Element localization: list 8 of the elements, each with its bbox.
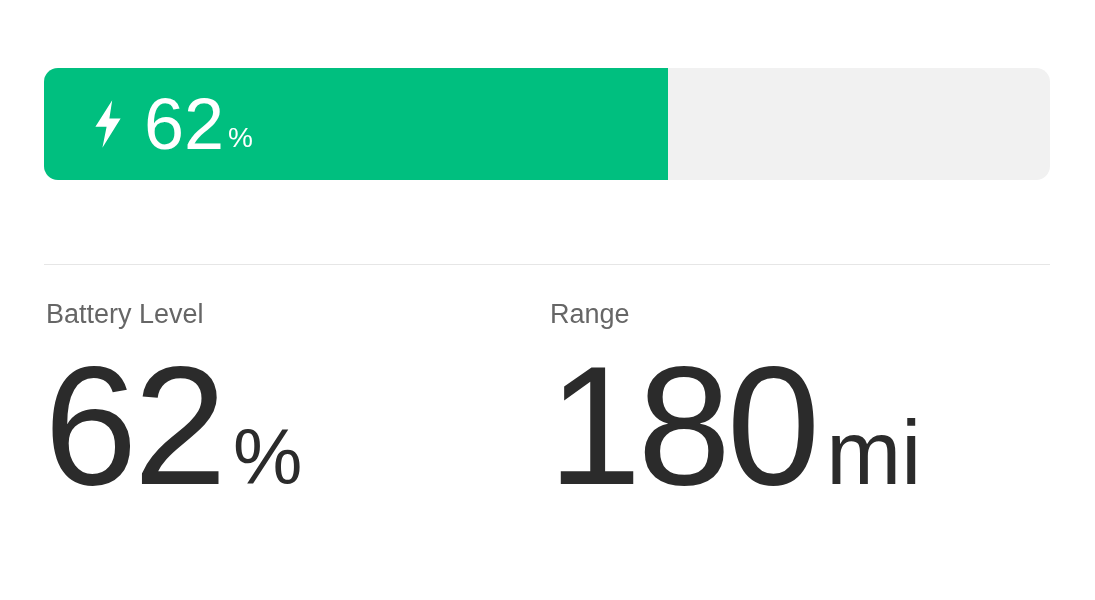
stat-unit: % [232, 412, 303, 503]
stat-label: Battery Level [45, 299, 204, 330]
battery-percentage: 62 [144, 88, 225, 160]
stat-label: Range [549, 299, 630, 330]
stat-value: 62 [44, 342, 223, 510]
stat-unit: mi [826, 402, 922, 505]
percent-unit: % [228, 122, 253, 154]
stat-value: 180 [548, 342, 817, 510]
